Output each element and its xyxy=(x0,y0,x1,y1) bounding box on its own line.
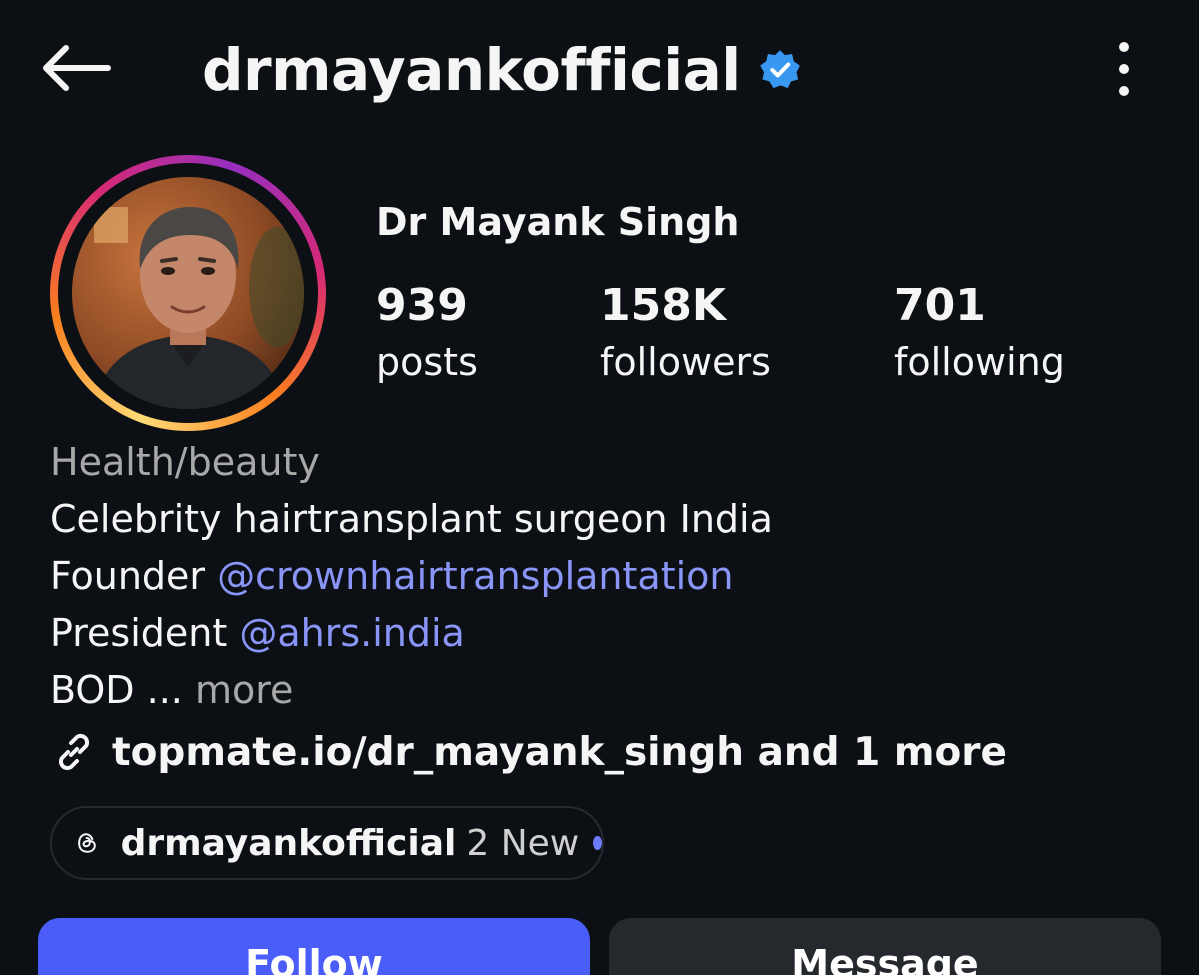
following-stat[interactable]: 701 following xyxy=(894,276,1065,388)
followers-label: followers xyxy=(600,340,771,384)
story-ring-avatar[interactable] xyxy=(50,155,326,431)
bio-line-president: President @ahrs.india xyxy=(50,605,1150,662)
profile-page: drmayankofficial Dr Mayank Singh 939 pos… xyxy=(0,0,1199,975)
bio-line-bod: BOD ... more xyxy=(50,662,1150,719)
back-arrow-icon xyxy=(43,45,111,91)
following-count: 701 xyxy=(894,280,986,331)
posts-stat[interactable]: 939 posts xyxy=(376,276,478,388)
profile-photo xyxy=(72,177,304,409)
follow-button[interactable]: Follow xyxy=(38,918,590,975)
display-name: Dr Mayank Singh xyxy=(376,200,740,244)
bio-bod-text: BOD ... xyxy=(50,668,183,712)
bio: Health/beauty Celebrity hairtransplant s… xyxy=(50,434,1150,719)
profile-category: Health/beauty xyxy=(50,440,320,484)
bio-line: Celebrity hairtransplant surgeon India xyxy=(50,497,773,541)
verified-badge-icon xyxy=(760,50,800,89)
message-button[interactable]: Message xyxy=(609,918,1161,975)
bio-line-founder: Founder @crownhairtransplantation xyxy=(50,548,1150,605)
followers-count: 158K xyxy=(600,280,726,331)
more-options-button[interactable] xyxy=(1104,38,1144,100)
external-link[interactable]: topmate.io/dr_mayank_singh and 1 more xyxy=(50,724,1007,780)
bio-founder-label: Founder xyxy=(50,554,218,598)
avatar xyxy=(72,177,304,409)
bio-more-link[interactable]: more xyxy=(195,668,293,712)
new-indicator-dot xyxy=(593,836,602,850)
mention-link[interactable]: @ahrs.india xyxy=(239,611,464,655)
back-button[interactable] xyxy=(36,38,116,98)
threads-badge[interactable]: drmayankofficial 2 New xyxy=(50,806,604,880)
bio-president-label: President xyxy=(50,611,240,655)
followers-stat[interactable]: 158K followers xyxy=(600,276,771,388)
following-label: following xyxy=(894,340,1065,384)
link-text: topmate.io/dr_mayank_singh and 1 more xyxy=(112,729,1007,775)
profile-username: drmayankofficial xyxy=(202,36,741,104)
threads-username: drmayankofficial xyxy=(120,822,457,864)
posts-label: posts xyxy=(376,340,478,384)
threads-icon xyxy=(78,833,96,853)
threads-new-count: 2 New xyxy=(466,822,580,864)
more-vertical-icon xyxy=(1119,42,1129,96)
link-icon xyxy=(58,733,90,771)
mention-link[interactable]: @crownhairtransplantation xyxy=(217,554,733,598)
posts-count: 939 xyxy=(376,280,468,331)
